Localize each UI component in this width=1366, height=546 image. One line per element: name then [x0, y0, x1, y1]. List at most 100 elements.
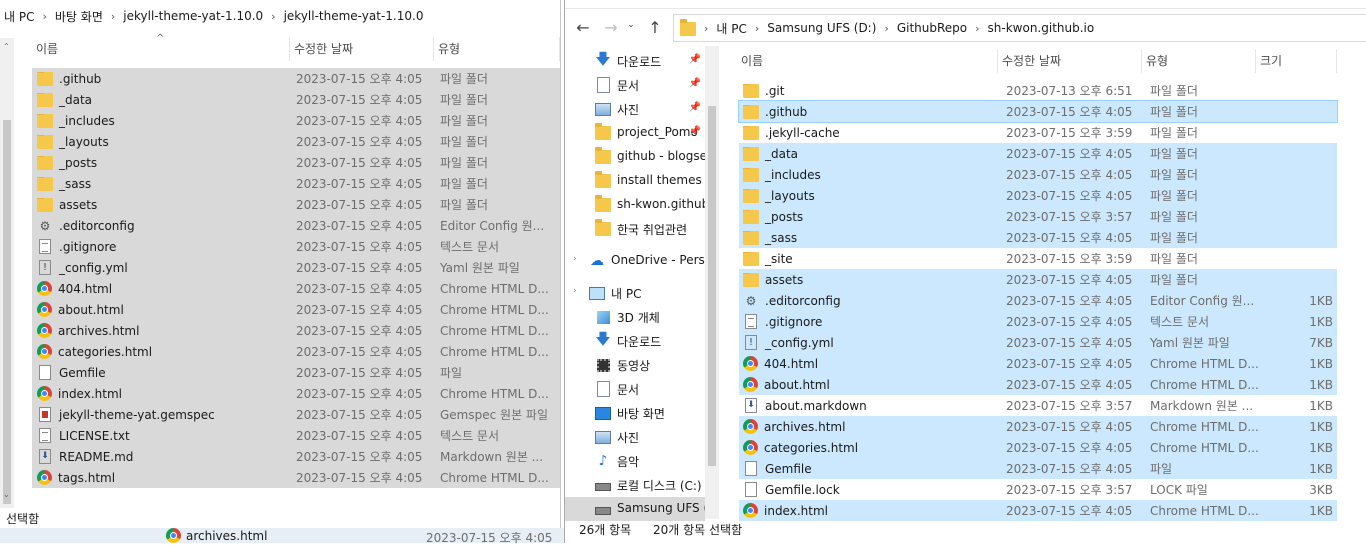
crumb-3[interactable]: jekyll-theme-yat-1.10.0	[280, 9, 428, 23]
nav-item[interactable]: 한국 취업관련	[565, 217, 705, 241]
file-row[interactable]: LICENSE.txt 2023-07-15 오후 4:05 텍스트 문서	[32, 425, 560, 446]
file-row[interactable]: 404.html 2023-07-15 오후 4:05 Chrome HTML D.…	[739, 353, 1337, 374]
nav-item[interactable]: 내 PC	[565, 281, 705, 305]
nav-item[interactable]: ♪ 음악	[565, 449, 705, 473]
file-row[interactable]: _data 2023-07-15 오후 4:05 파일 폴더	[739, 143, 1337, 164]
file-row[interactable]: assets 2023-07-15 오후 4:05 파일 폴더	[739, 269, 1337, 290]
col-name[interactable]: 이름	[737, 49, 998, 73]
file-row[interactable]: Gemfile 2023-07-15 오후 4:05 파일 1KB	[739, 458, 1337, 479]
file-name-cell: ⚙ .editorconfig	[32, 219, 290, 233]
scroll-up-icon[interactable]: ⌃	[3, 42, 10, 51]
file-row[interactable]: archives.html 2023-07-15 오후 4:05 Chrome HT…	[32, 320, 560, 341]
file-row[interactable]: archives.html 2023-07-15 오후 4:05 Chrome HT…	[739, 416, 1337, 437]
recent-chevron-icon[interactable]: ⌄	[625, 20, 637, 30]
file-row[interactable]: .github 2023-07-15 오후 4:05 파일 폴더	[738, 100, 1338, 123]
nav-item[interactable]: 🡇 다운로드 📌	[565, 49, 705, 73]
file-row[interactable]: index.html 2023-07-15 오후 4:05 Chrome HTML …	[32, 383, 560, 404]
expand-chevron-icon[interactable]: ›	[573, 286, 577, 296]
nav-item[interactable]: project_Pomo 📌	[565, 121, 705, 145]
folder-icon	[37, 155, 53, 170]
folder-icon	[743, 125, 759, 140]
col-date[interactable]: 수정한 날짜	[998, 49, 1142, 73]
file-row[interactable]: index.html 2023-07-15 오후 4:05 Chrome HTML …	[739, 500, 1337, 521]
file-row[interactable]: _includes 2023-07-15 오후 4:05 파일 폴더	[32, 110, 560, 131]
file-row[interactable]: about.html 2023-07-15 오후 4:05 Chrome HTML …	[739, 374, 1337, 395]
file-row[interactable]: ⚙ .editorconfig 2023-07-15 오후 4:05 Editor C…	[32, 215, 560, 236]
pin-icon[interactable]: 📌	[689, 78, 701, 89]
file-row[interactable]: Gemfile 2023-07-15 오후 4:05 파일	[32, 362, 560, 383]
expand-chevron-icon[interactable]: ›	[573, 254, 577, 264]
crumb-0[interactable]: 내 PC	[712, 20, 750, 37]
right-address-bar[interactable]: › 내 PC › Samsung UFS (D:) › GithubRepo › sh…	[673, 14, 1366, 42]
nav-item[interactable]: ☁ OneDrive - Person	[565, 249, 705, 273]
file-row[interactable]: categories.html 2023-07-15 오후 4:05 Chrome …	[739, 437, 1337, 458]
left-breadcrumb[interactable]: 내 PC › 바탕 화면 › jekyll-theme-yat-1.10.0 › je…	[0, 0, 560, 32]
forward-arrow-icon[interactable]: →	[601, 18, 621, 37]
pin-icon[interactable]: 📌	[689, 126, 701, 137]
pin-icon[interactable]: 📌	[689, 54, 701, 65]
file-row[interactable]: assets 2023-07-15 오후 4:05 파일 폴더	[32, 194, 560, 215]
file-row[interactable]: Gemfile.lock 2023-07-15 오후 3:57 LOCK 파일 3KB	[739, 479, 1337, 500]
file-row[interactable]: _sass 2023-07-15 오후 4:05 파일 폴더	[32, 173, 560, 194]
file-row[interactable]: _posts 2023-07-15 오후 3:57 파일 폴더	[739, 206, 1337, 227]
nav-item[interactable]: 동영상	[565, 353, 705, 377]
nav-scroll-thumb[interactable]	[708, 106, 716, 466]
crumb-3[interactable]: sh-kwon.github.io	[984, 21, 1099, 35]
file-row[interactable]: 404.html 2023-07-15 오후 4:05 Chrome HTML D.…	[32, 278, 560, 299]
nav-item[interactable]: install themes	[565, 169, 705, 193]
file-row[interactable]: ⬇ about.markdown 2023-07-15 오후 3:57 Markdow…	[739, 395, 1337, 416]
file-row[interactable]: ⚙ .editorconfig 2023-07-15 오후 4:05 Editor C…	[739, 290, 1337, 311]
file-row[interactable]: ⬇ README.md 2023-07-15 오후 4:05 Markdown 원본 …	[32, 446, 560, 467]
file-row[interactable]: _sass 2023-07-15 오후 4:05 파일 폴더	[739, 227, 1337, 248]
left-scrollbar[interactable]: ⌃ ⌄	[0, 38, 14, 508]
nav-item[interactable]: 사진	[565, 425, 705, 449]
pin-icon[interactable]: 📌	[689, 102, 701, 113]
nav-item[interactable]: 문서	[565, 377, 705, 401]
nav-item[interactable]: 바탕 화면	[565, 401, 705, 425]
file-name: _site	[765, 251, 793, 266]
col-type[interactable]: 유형	[434, 37, 560, 61]
crumb-1[interactable]: Samsung UFS (D:)	[763, 21, 880, 35]
file-row[interactable]: about.html 2023-07-15 오후 4:05 Chrome HTML …	[32, 299, 560, 320]
nav-item[interactable]: github - blogset	[565, 145, 705, 169]
nav-item[interactable]: 문서 📌	[565, 73, 705, 97]
scroll-thumb[interactable]	[3, 120, 11, 504]
file-row[interactable]: tags.html 2023-07-15 오후 4:05 Chrome HTML D…	[32, 467, 560, 488]
nav-item[interactable]: Samsung UFS (D	[565, 497, 705, 521]
file-row[interactable]: ! _config.yml 2023-07-15 오후 4:05 Yaml 원본 파일	[32, 257, 560, 278]
scroll-down-icon[interactable]: ⌄	[3, 490, 10, 499]
crumb-1[interactable]: 바탕 화면	[51, 8, 107, 25]
file-name-cell: index.html	[32, 386, 290, 401]
back-arrow-icon[interactable]: ←	[573, 18, 593, 37]
file-row[interactable]: jekyll-theme-yat.gemspec 2023-07-15 오후 4:…	[32, 404, 560, 425]
file-row[interactable]: .github 2023-07-15 오후 4:05 파일 폴더	[32, 68, 560, 89]
crumb-0[interactable]: 내 PC	[0, 8, 38, 25]
file-row[interactable]: .git 2023-07-13 오후 6:51 파일 폴더	[739, 80, 1337, 101]
file-row[interactable]: _posts 2023-07-15 오후 4:05 파일 폴더	[32, 152, 560, 173]
col-type[interactable]: 유형	[1142, 49, 1256, 73]
file-date: 2023-07-15 오후 4:05	[1006, 105, 1133, 119]
crumb-2[interactable]: GithubRepo	[893, 21, 971, 35]
nav-item[interactable]: 🡇 다운로드	[565, 329, 705, 353]
file-row[interactable]: categories.html 2023-07-15 오후 4:05 Chrome …	[32, 341, 560, 362]
file-row[interactable]: .jekyll-cache 2023-07-15 오후 3:59 파일 폴더	[739, 122, 1337, 143]
file-row[interactable]: ! _config.yml 2023-07-15 오후 4:05 Yaml 원본 파일…	[739, 332, 1337, 353]
nav-item[interactable]: 사진 📌	[565, 97, 705, 121]
file-row[interactable]: _layouts 2023-07-15 오후 4:05 파일 폴더	[32, 131, 560, 152]
nav-item[interactable]: sh-kwon.github.	[565, 193, 705, 217]
file-row[interactable]: .gitignore 2023-07-15 오후 4:05 텍스트 문서	[32, 236, 560, 257]
file-row[interactable]: _includes 2023-07-15 오후 4:05 파일 폴더	[739, 164, 1337, 185]
nav-item[interactable]: 로컬 디스크 (C:)	[565, 473, 705, 497]
folder-icon	[37, 113, 53, 128]
file-row[interactable]: _site 2023-07-15 오후 3:59 파일 폴더	[739, 248, 1337, 269]
file-row[interactable]: .gitignore 2023-07-15 오후 4:05 텍스트 문서 1KB	[739, 311, 1337, 332]
nav-item[interactable]: 3D 개체	[565, 305, 705, 329]
nav-scrollbar[interactable]	[705, 46, 719, 519]
crumb-2[interactable]: jekyll-theme-yat-1.10.0	[119, 9, 267, 23]
file-row[interactable]: _layouts 2023-07-15 오후 4:05 파일 폴더	[739, 185, 1337, 206]
up-arrow-icon[interactable]: ↑	[645, 18, 665, 37]
file-row[interactable]: _data 2023-07-15 오후 4:05 파일 폴더	[32, 89, 560, 110]
col-date[interactable]: 수정한 날짜	[290, 37, 434, 61]
col-size[interactable]: 크기	[1256, 49, 1337, 73]
file-date: 2023-07-15 오후 4:05	[296, 219, 423, 233]
